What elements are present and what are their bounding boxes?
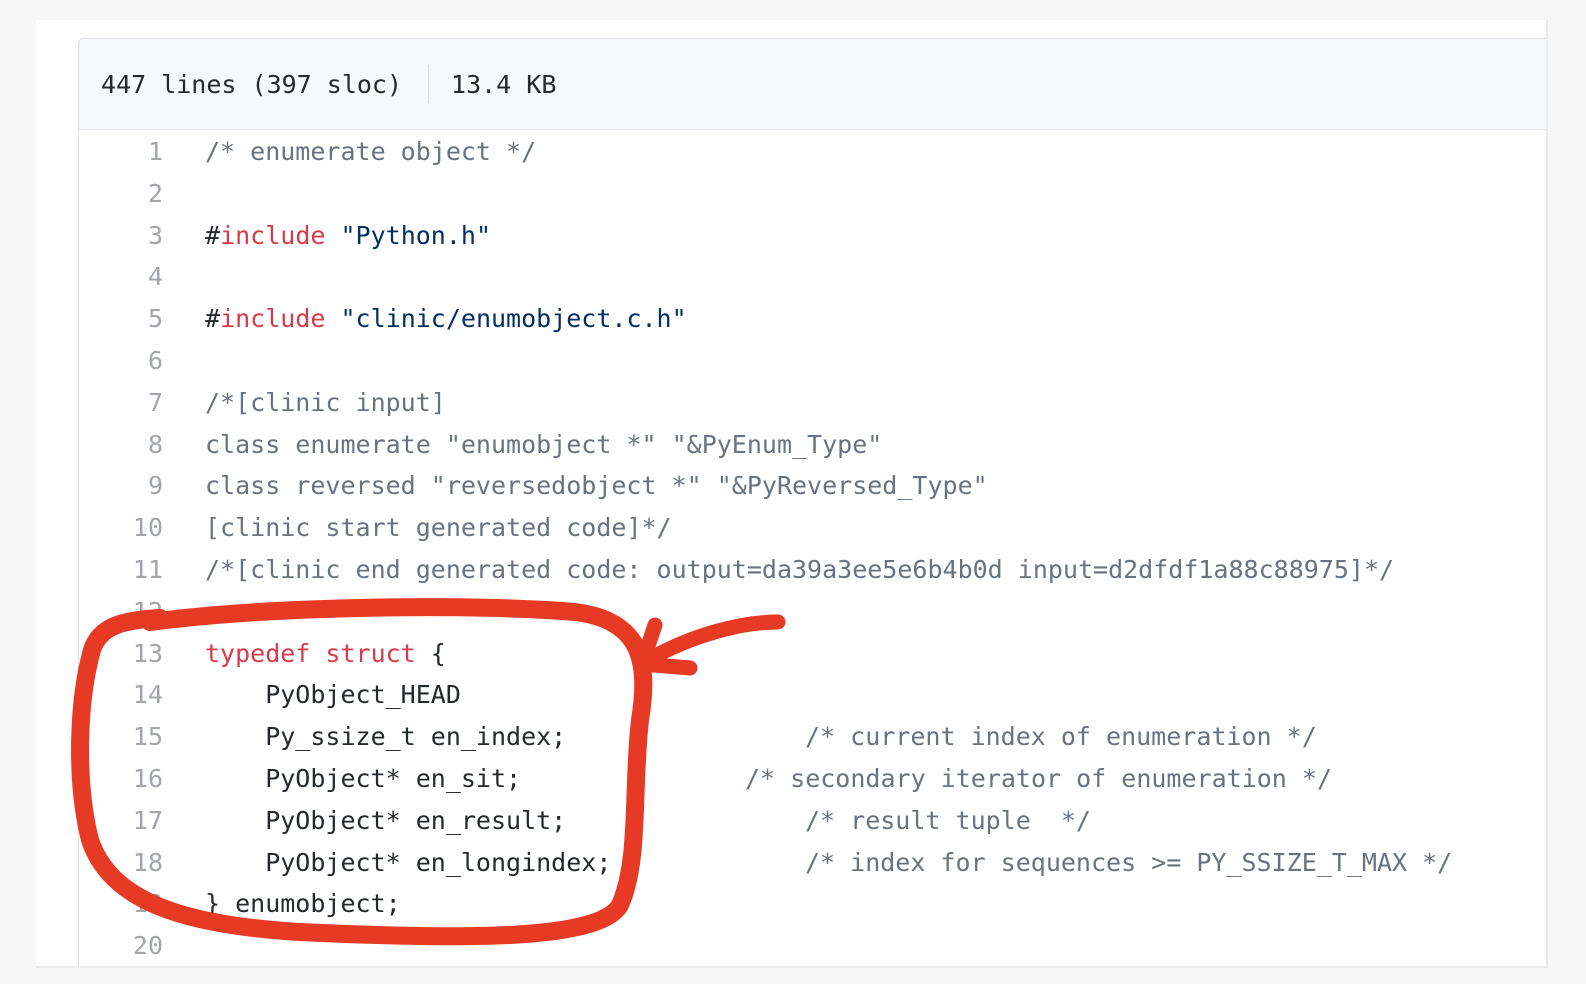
code-token: } enumobject; [205,889,401,919]
line-source: [clinic start generated code]*/ [205,507,672,549]
code-line: 13 typedef struct { [79,633,1546,675]
code-line: 10 [clinic start generated code]*/ [79,507,1546,549]
code-line: 5 #include "clinic/enumobject.c.h" [79,298,1546,340]
code-line: 11 /*[clinic end generated code: output=d… [79,549,1546,591]
line-source: PyObject* en_sit; [205,758,521,800]
comment-token: [clinic start generated code]*/ [205,513,672,543]
string-token: "Python.h" [340,220,491,250]
trailing-comment: /* result tuple */ [805,805,1091,835]
line-count: 447 lines (397 sloc) [101,69,403,99]
string-token: "clinic/enumobject.c.h" [340,304,687,334]
code-line: 6 [79,340,1546,382]
comment-token: class enumerate "enumobject *" "&PyEnum_… [205,429,883,459]
keyword-token: struct [325,638,416,668]
code-line: 1 /* enumerate object */ [79,131,1546,173]
line-number[interactable]: 13 [79,633,163,675]
line-source: /*[clinic end generated code: output=da3… [205,549,1394,591]
code-line: 12 [79,591,1546,633]
code-line: 4 [79,256,1546,298]
line-number[interactable]: 7 [79,382,163,424]
line-number[interactable]: 6 [79,340,163,382]
comment-token: /*[clinic end generated code: output=da3… [205,555,1395,584]
comment-token: /* enumerate object */ [205,137,537,166]
keyword-token: typedef [205,638,311,668]
code-line: 14 PyObject_HEAD [79,674,1546,716]
line-number[interactable]: 2 [79,173,163,215]
line-source: /* enumerate object */ [205,131,536,173]
code-token: # [205,304,221,334]
code-line: 20 [79,925,1546,966]
trailing-comment: /* index for sequences >= PY_SSIZE_T_MAX… [805,847,1453,877]
line-number[interactable]: 20 [79,925,163,966]
line-number[interactable]: 1 [79,131,163,173]
line-number[interactable]: 9 [79,465,163,507]
code-token: # [205,220,221,250]
line-number[interactable]: 4 [79,256,163,298]
code-line: 2 [79,173,1546,215]
file-size: 13.4 KB [451,69,557,99]
line-number[interactable]: 3 [79,215,163,257]
keyword-token: include [220,220,326,250]
code-token: { [415,638,446,668]
line-number[interactable]: 15 [79,716,163,758]
line-number[interactable]: 19 [79,883,163,925]
comment-token: class reversed "reversedobject *" "&PyRe… [205,471,988,501]
line-source: #include "clinic/enumobject.c.h" [205,298,687,340]
line-number[interactable]: 10 [79,507,163,549]
line-source: #include "Python.h" [205,215,491,257]
line-source: Py_ssize_t en_index; [205,716,566,758]
code-line: 18 PyObject* en_longindex; /* index for s… [79,842,1546,884]
line-number[interactable]: 14 [79,674,163,716]
code-file-view: 447 lines (397 sloc) 13.4 KB 1 /* enumera… [78,38,1546,966]
code-line: 7 /*[clinic input] [79,382,1546,424]
code-line: 17 PyObject* en_result; /* result tuple *… [79,800,1546,842]
line-source: typedef struct { [205,633,446,675]
trailing-comment: /* secondary iterator of enumeration */ [745,764,1332,793]
line-number[interactable]: 12 [79,591,163,633]
line-source: PyObject_HEAD [205,674,461,716]
screenshot-frame: 447 lines (397 sloc) 13.4 KB 1 /* enumera… [36,20,1548,968]
line-source: PyObject* en_result; [205,800,566,842]
code-line: 15 Py_ssize_t en_index; /* current index … [79,716,1546,758]
line-number[interactable]: 17 [79,800,163,842]
code-token: Py_ssize_t en_index; [205,722,567,752]
code-line: 3 #include "Python.h" [79,215,1546,257]
line-source: /*[clinic input] [205,382,446,424]
keyword-token: include [220,304,326,334]
line-source: class enumerate "enumobject *" "&PyEnum_… [205,424,882,466]
code-line: 9 class reversed "reversedobject *" "&PyR… [79,465,1546,507]
code-token: PyObject* en_longindex; [205,847,612,877]
line-source: class reversed "reversedobject *" "&PyRe… [205,465,988,507]
line-number[interactable]: 18 [79,842,163,884]
line-number[interactable]: 8 [79,424,163,466]
line-number[interactable]: 11 [79,549,163,591]
line-number[interactable]: 5 [79,298,163,340]
file-info-header: 447 lines (397 sloc) 13.4 KB [79,39,1546,130]
code-token: PyObject* en_sit; [205,764,522,793]
comment-token: /*[clinic input] [205,387,446,417]
trailing-comment: /* current index of enumeration */ [805,722,1317,752]
code-line: 8 class enumerate "enumobject *" "&PyEnum… [79,424,1546,466]
header-divider [428,65,430,103]
line-source: PyObject* en_longindex; [205,842,611,884]
code-token: PyObject* en_result; [205,805,567,835]
code-line: 19 } enumobject; [79,883,1546,925]
code-line: 16 PyObject* en_sit; /* secondary iterato… [79,758,1546,800]
line-source: } enumobject; [205,883,401,925]
code-token: PyObject_HEAD [205,680,461,710]
line-number[interactable]: 16 [79,758,163,800]
